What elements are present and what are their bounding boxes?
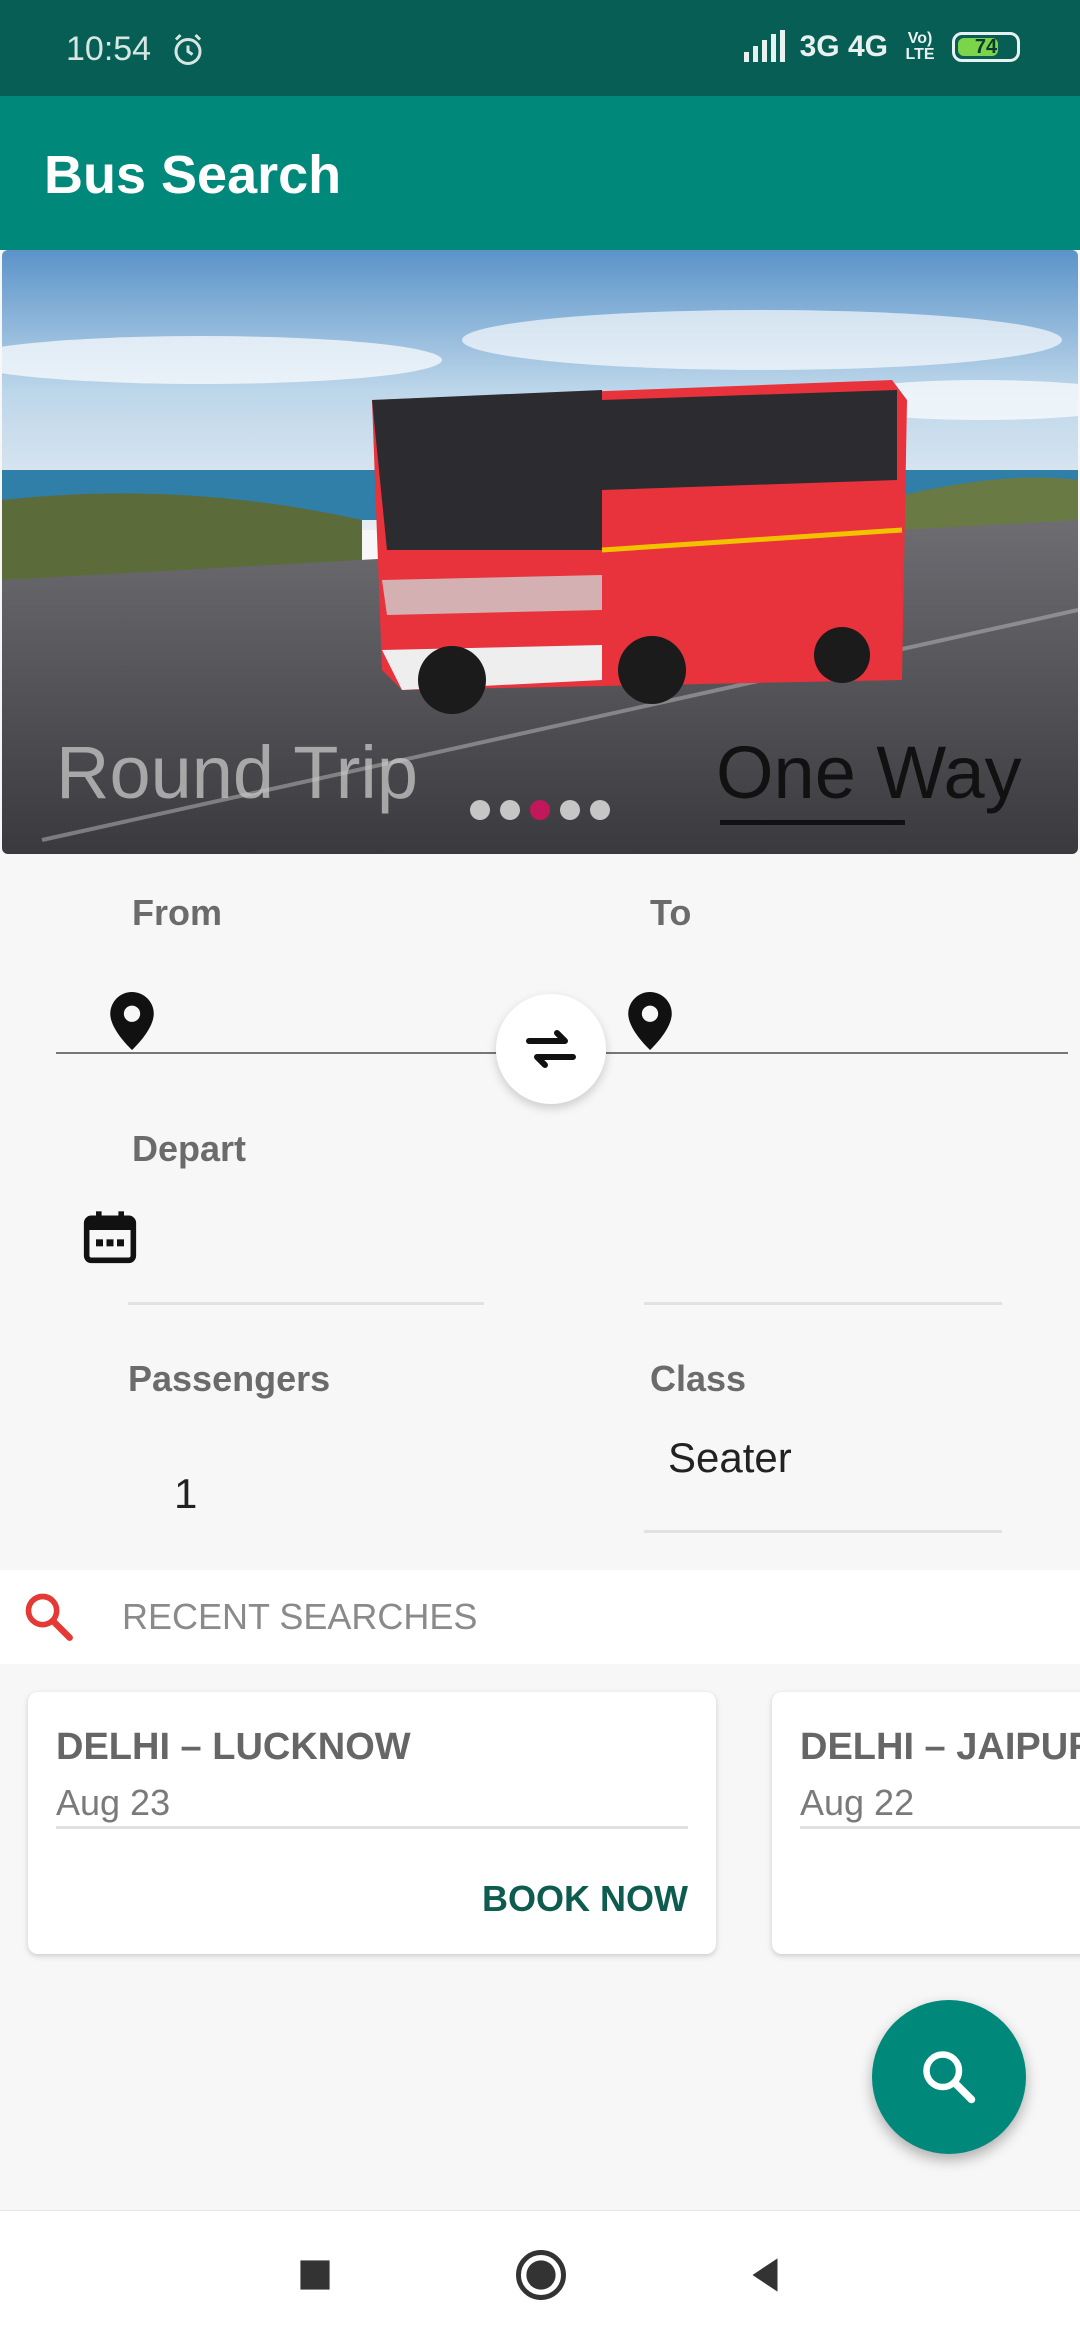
class-select[interactable]: Seater [668,1434,792,1482]
recent-searches-title: RECENT SEARCHES [122,1596,478,1637]
class-underline [644,1530,1002,1533]
network-type: 3G 4G [799,30,888,63]
to-field[interactable] [606,980,1068,1054]
book-now-button[interactable]: BOOK NOW [482,1878,688,1920]
recent-search-card[interactable]: DELHI – LUCKNOW Aug 23 BOOK NOW [28,1692,716,1954]
depart-label: Depart [132,1128,247,1169]
alarm-icon [174,33,202,65]
return-underline [644,1302,1002,1305]
status-time: 10:54 [66,30,152,68]
swap-arrows-icon [526,1030,576,1068]
search-icon [923,2051,976,2104]
carousel-dot[interactable] [500,800,520,820]
class-label: Class [650,1358,747,1399]
volte-indicator: Vo) LTE [905,30,935,63]
signal-icon [743,30,785,62]
carousel-indicator [470,800,610,820]
round-trip-option[interactable]: Round Trip [56,730,418,815]
bus-illustration [372,380,907,714]
carousel-dot[interactable] [470,800,490,820]
search-button[interactable] [872,2000,1026,2154]
triangle-back-icon[interactable] [740,2250,790,2300]
passengers-label: Passengers [128,1358,331,1399]
carousel-dot[interactable] [590,800,610,820]
to-underline [606,1052,1068,1054]
page-title: Bus Search [44,145,342,205]
from-label: From [132,892,222,933]
from-field[interactable] [56,980,496,1054]
card-route: DELHI – LUCKNOW [56,1726,411,1768]
swap-button[interactable] [496,994,606,1104]
card-date: Aug 22 [800,1782,915,1823]
carousel-dot[interactable] [560,800,580,820]
carousel-dot[interactable] [530,800,550,820]
depart-field[interactable] [128,1200,484,1304]
card-date: Aug 23 [56,1782,171,1823]
battery-level: 74 [974,35,998,58]
app-bar: Bus Search [0,96,1080,250]
search-icon [25,1593,73,1641]
one-way-option[interactable]: One Way [716,730,1022,815]
square-icon[interactable] [290,2250,340,2300]
circle-icon[interactable] [514,2248,568,2302]
passengers-value[interactable]: 1 [174,1470,197,1518]
card-route: DELHI – JAIPUR [800,1726,1080,1768]
status-bar: 10:54 3G 4G Vo) LTE 74 [0,0,1080,96]
from-underline [56,1052,496,1054]
battery-icon: 74 [952,32,1020,62]
selected-trip-indicator [720,820,905,825]
to-label: To [650,892,692,933]
depart-underline [128,1302,484,1305]
card-divider [800,1826,1080,1829]
recent-search-card[interactable]: DELHI – JAIPUR Aug 22 [772,1692,1080,1954]
card-divider [56,1826,688,1829]
